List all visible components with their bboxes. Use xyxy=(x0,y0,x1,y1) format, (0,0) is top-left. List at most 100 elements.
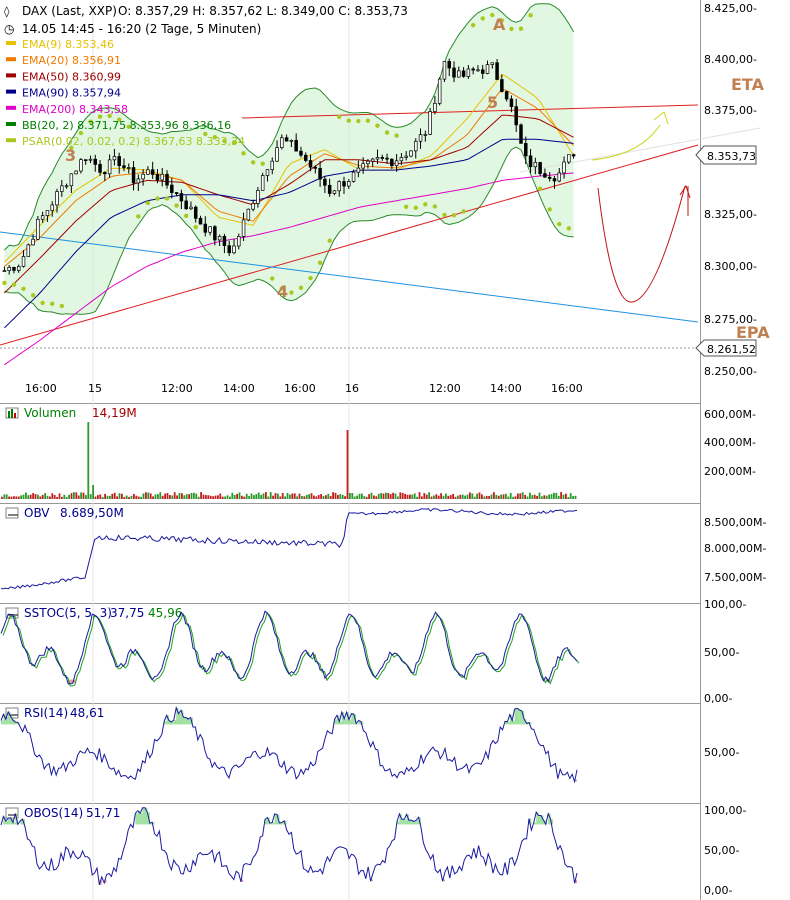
price-tick: 8.250,00- xyxy=(704,365,757,378)
psar-dot xyxy=(183,213,189,219)
volume-bar xyxy=(53,495,56,499)
volume-bar xyxy=(289,494,291,499)
candle-body xyxy=(562,161,566,174)
volume-bar xyxy=(392,492,394,499)
psar-dot xyxy=(327,238,332,243)
overbought-fill xyxy=(183,717,186,725)
volume-bar xyxy=(97,495,99,499)
candle-body xyxy=(375,157,380,160)
candle-body xyxy=(552,178,557,182)
candle-body xyxy=(428,111,432,135)
volume-bar xyxy=(147,492,150,499)
psar-dot xyxy=(394,133,399,138)
candle-body xyxy=(471,68,475,71)
volume-bar xyxy=(8,496,10,499)
psar-dot xyxy=(566,226,572,231)
overbought-fill xyxy=(401,819,405,825)
volume-bar xyxy=(248,496,250,499)
candle-body xyxy=(323,178,327,186)
volume-bar xyxy=(133,493,135,499)
overbought-fill xyxy=(409,820,412,825)
volume-bar xyxy=(555,492,558,499)
volume-bar xyxy=(399,492,402,499)
obv-panel: OBV 8.689,50M 8.500,00M- 8.000,00M- 7.50… xyxy=(0,506,766,590)
candle-body xyxy=(232,245,236,254)
volume-bar xyxy=(197,496,200,499)
volume-bar xyxy=(430,496,433,499)
candle-body xyxy=(490,62,495,65)
obos-name: OBOS(14) xyxy=(24,806,83,820)
volume-bar xyxy=(502,494,505,499)
candle-body xyxy=(21,256,26,267)
overbought-fill xyxy=(416,820,419,825)
volume-bar xyxy=(305,494,308,499)
volume-bar xyxy=(10,496,13,499)
volume-bar xyxy=(483,496,486,499)
volume-bar xyxy=(257,492,260,499)
volume-bar xyxy=(505,493,507,499)
volume-bar xyxy=(526,496,529,499)
time-label: 16 xyxy=(345,382,359,395)
volume-bar xyxy=(495,494,498,499)
volume-bar xyxy=(452,493,454,499)
psar-dot xyxy=(528,13,533,18)
volume-bar xyxy=(382,493,385,499)
volume-bar xyxy=(413,493,416,499)
candle-body xyxy=(69,173,74,187)
legend-swatch xyxy=(6,138,16,143)
volume-bar xyxy=(34,493,37,499)
candle-body xyxy=(356,167,361,173)
candle-body xyxy=(241,219,246,237)
volume-bar xyxy=(87,422,90,499)
obos-tick: 50,00- xyxy=(704,844,739,857)
candle-body xyxy=(150,169,155,175)
volume-bar xyxy=(296,496,298,499)
volume-bar xyxy=(164,493,166,499)
volume-bar xyxy=(106,495,109,499)
volume-bar xyxy=(377,493,380,499)
volume-bar xyxy=(195,493,198,499)
price-tick: 8.425,00- xyxy=(704,2,757,15)
overbought-fill xyxy=(8,818,11,825)
candle-body xyxy=(203,223,208,233)
volume-bar xyxy=(161,495,164,499)
volume-bar xyxy=(32,493,34,499)
candle-body xyxy=(294,140,298,152)
candle-body xyxy=(543,173,547,178)
legend-label: EMA(9) 8.353,46 xyxy=(22,38,114,51)
overbought-fill xyxy=(413,821,417,825)
candle-body xyxy=(437,78,442,104)
time-axis: 16:00 15 12:00 14:00 16:00 16 12:00 14:0… xyxy=(25,382,583,395)
volume-bar xyxy=(536,495,538,499)
volume-bar xyxy=(154,494,157,499)
psar-dot xyxy=(289,290,294,295)
candle-body xyxy=(385,157,389,160)
volume-bar xyxy=(461,494,464,499)
volume-bar xyxy=(176,495,178,499)
volume-bar xyxy=(68,494,70,499)
volume-bar xyxy=(193,492,195,499)
price-tick: 8.400,00- xyxy=(704,53,757,66)
price-tick: 8.325,00- xyxy=(704,208,757,221)
candle-body xyxy=(442,61,447,80)
candle-body xyxy=(122,165,126,169)
wave-label-4: 4 xyxy=(277,282,288,301)
volume-bar xyxy=(550,494,553,499)
volume-bar xyxy=(212,496,214,499)
psar-dot xyxy=(432,204,438,209)
volume-bar xyxy=(178,492,181,499)
volume-bar xyxy=(493,492,495,499)
candle-body xyxy=(7,266,11,271)
candle-body xyxy=(538,162,542,174)
volume-bar xyxy=(229,496,231,499)
candle-body xyxy=(380,157,385,159)
volume-tick: 200,00M- xyxy=(704,465,756,478)
volume-bar xyxy=(233,494,236,499)
volume-bar xyxy=(476,493,478,499)
sstoc-tick: 100,00- xyxy=(704,598,746,611)
volume-bar xyxy=(473,496,476,499)
epa-price-badge: 8.261,52 xyxy=(695,339,757,357)
candle-body xyxy=(567,154,571,163)
psar-dot xyxy=(193,224,198,230)
volume-bar xyxy=(344,496,346,499)
